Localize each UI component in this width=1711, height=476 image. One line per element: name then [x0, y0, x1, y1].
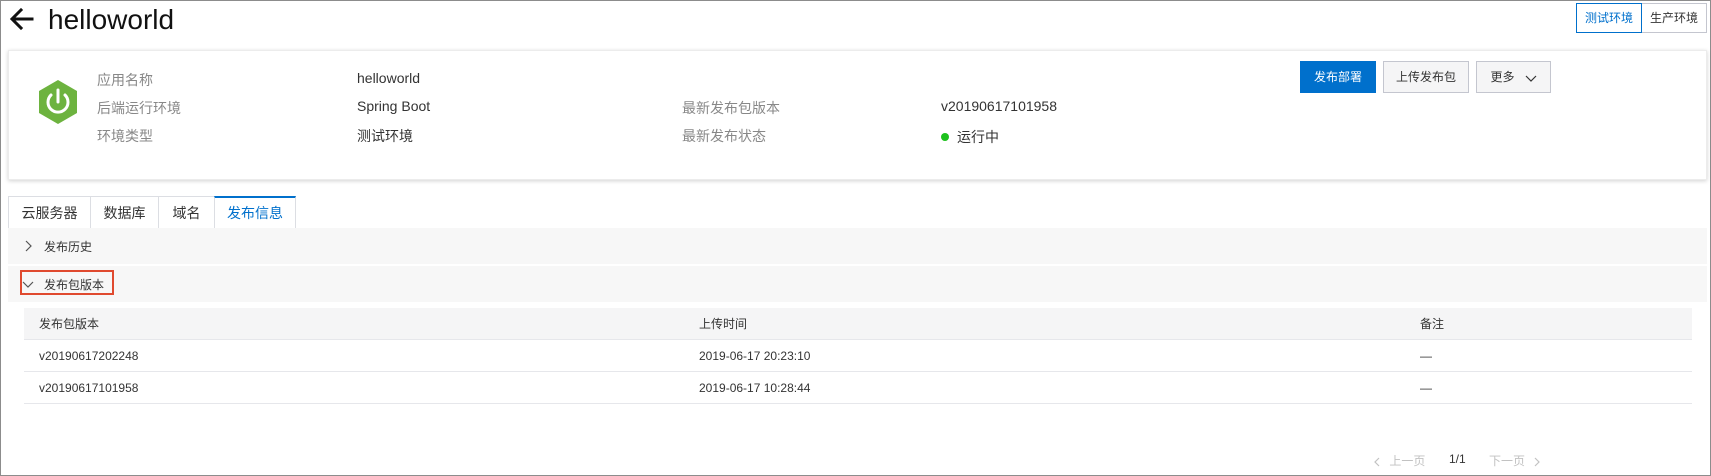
tab-domain[interactable]: 域名 — [158, 196, 214, 231]
tab-cloud-server[interactable]: 云服务器 — [8, 196, 90, 231]
version-cell: v20190617202248 — [39, 349, 139, 363]
table-header: 发布包版本 上传时间 备注 — [24, 308, 1692, 340]
deploy-button[interactable]: 发布部署 — [1300, 61, 1376, 93]
package-versions-title: 发布包版本 — [44, 278, 105, 292]
spring-power-icon — [39, 80, 77, 124]
chevron-right-icon — [1534, 457, 1541, 467]
tab-database[interactable]: 数据库 — [90, 196, 158, 231]
next-page-button[interactable]: 下一页 — [1489, 452, 1542, 469]
deploy-status: 运行中 — [941, 127, 999, 147]
latest-package-label: 最新发布包版本 — [682, 100, 780, 116]
note-cell: — — [1420, 381, 1432, 395]
upload-time-cell: 2019-06-17 10:28:44 — [699, 381, 811, 395]
deploy-status-value: 运行中 — [957, 129, 999, 145]
table-row: v20190617202248 2019-06-17 20:23:10 — — [24, 340, 1692, 372]
chevron-down-icon — [1525, 75, 1536, 82]
app-name-label: 应用名称 — [97, 72, 153, 88]
env-type-value: 测试环境 — [357, 128, 413, 144]
page-indicator: 1/1 — [1449, 452, 1466, 466]
prev-page-label: 上一页 — [1389, 454, 1426, 468]
environment-switch: 测试环境 生产环境 — [1575, 3, 1707, 33]
env-test-button[interactable]: 测试环境 — [1575, 3, 1642, 33]
note-cell: — — [1420, 349, 1432, 363]
app-name-value: helloworld — [357, 70, 421, 86]
col-upload-time-header: 上传时间 — [699, 317, 748, 331]
more-button[interactable]: 更多 — [1476, 61, 1551, 93]
col-note-header: 备注 — [1420, 317, 1445, 331]
release-history-title: 发布历史 — [44, 240, 93, 254]
chevron-left-icon — [1374, 457, 1380, 467]
back-arrow-icon[interactable] — [8, 4, 36, 34]
col-version-header: 发布包版本 — [39, 317, 100, 331]
version-cell: v20190617101958 — [39, 381, 139, 395]
latest-package-value: v20190617101958 — [941, 98, 1058, 114]
deploy-status-label: 最新发布状态 — [682, 128, 766, 144]
package-versions-section[interactable]: 发布包版本 — [8, 266, 1707, 302]
upload-package-button[interactable]: 上传发布包 — [1383, 61, 1469, 93]
app-info-card: 应用名称 helloworld 后端运行环境 Spring Boot 环境类型 … — [8, 50, 1707, 180]
next-page-label: 下一页 — [1489, 454, 1526, 468]
runtime-label: 后端运行环境 — [97, 100, 181, 116]
package-table: 发布包版本 上传时间 备注 v20190617202248 2019-06-17… — [24, 308, 1692, 404]
env-production-button[interactable]: 生产环境 — [1641, 3, 1707, 33]
more-label: 更多 — [1490, 70, 1515, 84]
table-row: v20190617101958 2019-06-17 10:28:44 — — [24, 372, 1692, 404]
runtime-value: Spring Boot — [357, 98, 431, 114]
tab-release-info[interactable]: 发布信息 — [214, 196, 296, 232]
status-dot — [941, 133, 949, 142]
page-title: helloworld — [48, 4, 175, 35]
chevron-right-icon — [25, 240, 32, 252]
chevron-down-icon — [22, 281, 34, 288]
upload-time-cell: 2019-06-17 20:23:10 — [699, 349, 811, 363]
tab-bar: 云服务器 数据库 域名 发布信息 — [8, 196, 1707, 232]
prev-page-button[interactable]: 上一页 — [1372, 452, 1425, 469]
env-type-label: 环境类型 — [97, 128, 153, 144]
release-history-section[interactable]: 发布历史 — [8, 228, 1707, 264]
